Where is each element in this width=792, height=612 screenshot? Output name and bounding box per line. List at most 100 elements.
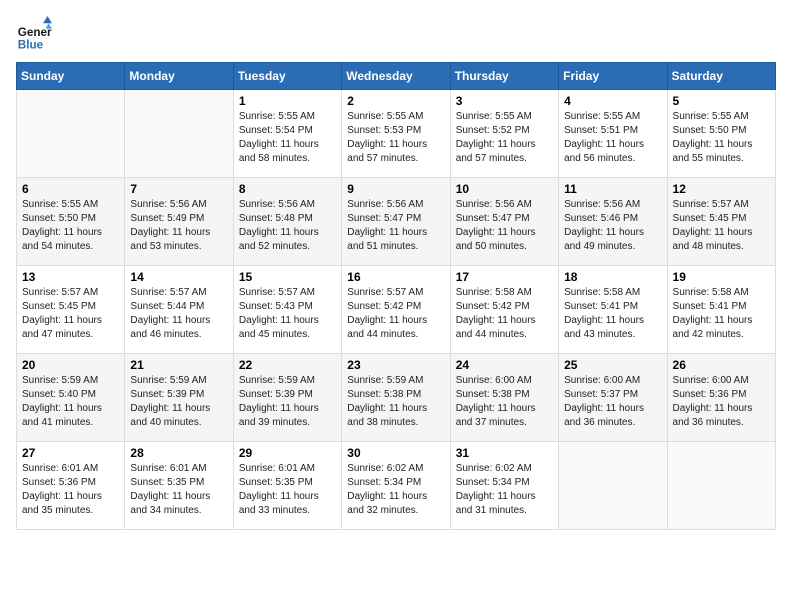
calendar-cell: 27 Sunrise: 6:01 AMSunset: 5:36 PMDayligh… (17, 442, 125, 530)
day-info: Sunrise: 5:56 AMSunset: 5:47 PMDaylight:… (456, 198, 553, 254)
logo: General Blue (16, 16, 52, 52)
day-number: 31 (456, 446, 553, 460)
calendar-cell: 29 Sunrise: 6:01 AMSunset: 5:35 PMDayligh… (233, 442, 341, 530)
day-info: Sunrise: 5:58 AMSunset: 5:41 PMDaylight:… (673, 286, 770, 342)
calendar-cell: 1Sunrise: 5:55 AMSunset: 5:54 PMDaylight… (233, 90, 341, 178)
day-info: Sunrise: 5:59 AMSunset: 5:39 PMDaylight:… (130, 374, 227, 430)
calendar-cell: 20 Sunrise: 5:59 AMSunset: 5:40 PMDayligh… (17, 354, 125, 442)
day-number: 28 (130, 446, 227, 460)
calendar-cell: 4 Sunrise: 5:55 AMSunset: 5:51 PMDaylight… (559, 90, 667, 178)
day-info: Sunrise: 5:57 AMSunset: 5:45 PMDaylight:… (22, 286, 119, 342)
weekday-header-saturday: Saturday (667, 63, 775, 90)
calendar-table: SundayMondayTuesdayWednesdayThursdayFrid… (16, 62, 776, 530)
day-info: Sunrise: 5:55 AMSunset: 5:53 PMDaylight:… (347, 110, 444, 166)
logo-icon: General Blue (16, 16, 52, 52)
day-info: Sunrise: 5:59 AMSunset: 5:40 PMDaylight:… (22, 374, 119, 430)
day-info: Sunrise: 5:59 AMSunset: 5:38 PMDaylight:… (347, 374, 444, 430)
day-number: 13 (22, 270, 119, 284)
calendar-cell: 12 Sunrise: 5:57 AMSunset: 5:45 PMDayligh… (667, 178, 775, 266)
calendar-week-2: 6 Sunrise: 5:55 AMSunset: 5:50 PMDaylight… (17, 178, 776, 266)
day-info: Sunrise: 6:00 AMSunset: 5:37 PMDaylight:… (564, 374, 661, 430)
calendar-week-1: 1Sunrise: 5:55 AMSunset: 5:54 PMDaylight… (17, 90, 776, 178)
day-number: 15 (239, 270, 336, 284)
day-info: Sunrise: 5:57 AMSunset: 5:42 PMDaylight:… (347, 286, 444, 342)
calendar-cell: 24 Sunrise: 6:00 AMSunset: 5:38 PMDayligh… (450, 354, 558, 442)
day-number: 2 (347, 94, 444, 108)
calendar-cell: 26Sunrise: 6:00 AMSunset: 5:36 PMDayligh… (667, 354, 775, 442)
calendar-cell (559, 442, 667, 530)
day-number: 29 (239, 446, 336, 460)
calendar-cell: 16 Sunrise: 5:57 AMSunset: 5:42 PMDayligh… (342, 266, 450, 354)
calendar-cell: 2 Sunrise: 5:55 AMSunset: 5:53 PMDaylight… (342, 90, 450, 178)
day-info: Sunrise: 6:01 AMSunset: 5:35 PMDaylight:… (239, 462, 336, 518)
day-info: Sunrise: 5:59 AMSunset: 5:39 PMDaylight:… (239, 374, 336, 430)
calendar-cell: 13 Sunrise: 5:57 AMSunset: 5:45 PMDayligh… (17, 266, 125, 354)
weekday-header-thursday: Thursday (450, 63, 558, 90)
calendar-cell: 31Sunrise: 6:02 AMSunset: 5:34 PMDayligh… (450, 442, 558, 530)
day-info: Sunrise: 5:56 AMSunset: 5:47 PMDaylight:… (347, 198, 444, 254)
day-info: Sunrise: 5:57 AMSunset: 5:43 PMDaylight:… (239, 286, 336, 342)
day-info: Sunrise: 5:57 AMSunset: 5:45 PMDaylight:… (673, 198, 770, 254)
day-number: 23 (347, 358, 444, 372)
day-number: 5 (673, 94, 770, 108)
day-info: Sunrise: 5:55 AMSunset: 5:52 PMDaylight:… (456, 110, 553, 166)
calendar-cell: 15 Sunrise: 5:57 AMSunset: 5:43 PMDayligh… (233, 266, 341, 354)
day-info: Sunrise: 6:00 AMSunset: 5:38 PMDaylight:… (456, 374, 553, 430)
day-info: Sunrise: 6:01 AMSunset: 5:36 PMDaylight:… (22, 462, 119, 518)
day-info: Sunrise: 6:01 AMSunset: 5:35 PMDaylight:… (130, 462, 227, 518)
calendar-cell: 30 Sunrise: 6:02 AMSunset: 5:34 PMDayligh… (342, 442, 450, 530)
calendar-cell: 5 Sunrise: 5:55 AMSunset: 5:50 PMDaylight… (667, 90, 775, 178)
day-number: 20 (22, 358, 119, 372)
calendar-cell: 22 Sunrise: 5:59 AMSunset: 5:39 PMDayligh… (233, 354, 341, 442)
calendar-cell: 3 Sunrise: 5:55 AMSunset: 5:52 PMDaylight… (450, 90, 558, 178)
day-info: Sunrise: 6:00 AMSunset: 5:36 PMDaylight:… (673, 374, 770, 430)
day-info: Sunrise: 5:55 AMSunset: 5:50 PMDaylight:… (673, 110, 770, 166)
day-number: 3 (456, 94, 553, 108)
calendar-cell: 23 Sunrise: 5:59 AMSunset: 5:38 PMDayligh… (342, 354, 450, 442)
day-number: 17 (456, 270, 553, 284)
day-number: 16 (347, 270, 444, 284)
weekday-header-row: SundayMondayTuesdayWednesdayThursdayFrid… (17, 63, 776, 90)
page-header: General Blue (16, 16, 776, 52)
calendar-cell: 8Sunrise: 5:56 AMSunset: 5:48 PMDaylight… (233, 178, 341, 266)
day-number: 30 (347, 446, 444, 460)
calendar-week-3: 13 Sunrise: 5:57 AMSunset: 5:45 PMDayligh… (17, 266, 776, 354)
weekday-header-tuesday: Tuesday (233, 63, 341, 90)
day-info: Sunrise: 6:02 AMSunset: 5:34 PMDaylight:… (347, 462, 444, 518)
day-number: 4 (564, 94, 661, 108)
day-info: Sunrise: 5:56 AMSunset: 5:48 PMDaylight:… (239, 198, 336, 254)
calendar-cell: 6 Sunrise: 5:55 AMSunset: 5:50 PMDaylight… (17, 178, 125, 266)
calendar-cell: 19 Sunrise: 5:58 AMSunset: 5:41 PMDayligh… (667, 266, 775, 354)
day-number: 24 (456, 358, 553, 372)
calendar-cell: 18Sunrise: 5:58 AMSunset: 5:41 PMDayligh… (559, 266, 667, 354)
day-info: Sunrise: 5:55 AMSunset: 5:51 PMDaylight:… (564, 110, 661, 166)
day-number: 19 (673, 270, 770, 284)
day-number: 18 (564, 270, 661, 284)
day-info: Sunrise: 5:58 AMSunset: 5:42 PMDaylight:… (456, 286, 553, 342)
day-number: 14 (130, 270, 227, 284)
calendar-cell (125, 90, 233, 178)
day-info: Sunrise: 5:56 AMSunset: 5:49 PMDaylight:… (130, 198, 227, 254)
calendar-cell (667, 442, 775, 530)
calendar-cell: 9Sunrise: 5:56 AMSunset: 5:47 PMDaylight… (342, 178, 450, 266)
day-info: Sunrise: 5:56 AMSunset: 5:46 PMDaylight:… (564, 198, 661, 254)
calendar-week-4: 20 Sunrise: 5:59 AMSunset: 5:40 PMDayligh… (17, 354, 776, 442)
weekday-header-wednesday: Wednesday (342, 63, 450, 90)
calendar-cell: 7 Sunrise: 5:56 AMSunset: 5:49 PMDaylight… (125, 178, 233, 266)
day-number: 10 (456, 182, 553, 196)
weekday-header-monday: Monday (125, 63, 233, 90)
day-info: Sunrise: 5:55 AMSunset: 5:50 PMDaylight:… (22, 198, 119, 254)
day-number: 22 (239, 358, 336, 372)
calendar-cell: 11Sunrise: 5:56 AMSunset: 5:46 PMDayligh… (559, 178, 667, 266)
day-number: 7 (130, 182, 227, 196)
day-number: 1 (239, 94, 336, 108)
weekday-header-friday: Friday (559, 63, 667, 90)
calendar-cell: 28 Sunrise: 6:01 AMSunset: 5:35 PMDayligh… (125, 442, 233, 530)
day-number: 12 (673, 182, 770, 196)
day-number: 27 (22, 446, 119, 460)
day-number: 21 (130, 358, 227, 372)
weekday-header-sunday: Sunday (17, 63, 125, 90)
calendar-cell: 17 Sunrise: 5:58 AMSunset: 5:42 PMDayligh… (450, 266, 558, 354)
calendar-cell: 10 Sunrise: 5:56 AMSunset: 5:47 PMDayligh… (450, 178, 558, 266)
day-number: 6 (22, 182, 119, 196)
